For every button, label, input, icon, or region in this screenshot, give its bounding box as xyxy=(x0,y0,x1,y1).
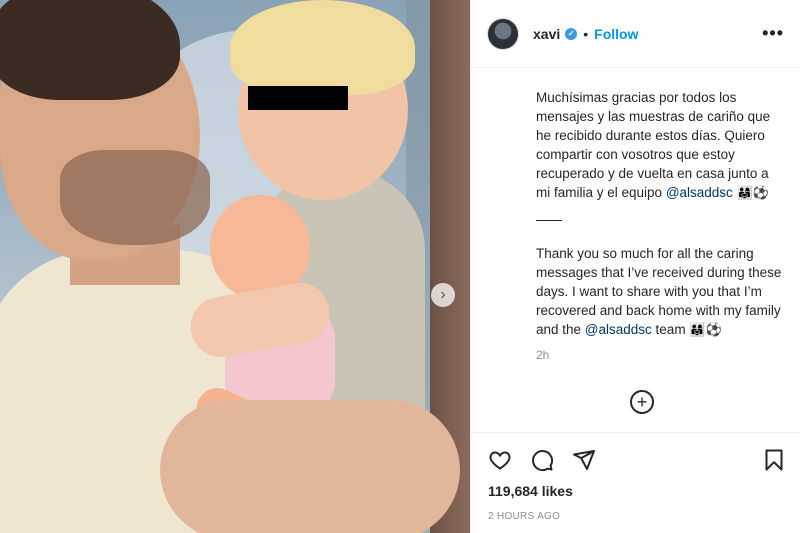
post-caption: Muchísimas gracias por todos los mensaje… xyxy=(536,88,786,357)
adult-hair xyxy=(0,0,180,100)
mention-link[interactable]: @alsaddsc xyxy=(585,322,652,337)
adult-arm xyxy=(160,400,460,533)
separator-dot: • xyxy=(583,25,589,42)
family-soccer-emoji: 👨‍👩‍👧⚽ xyxy=(736,185,769,200)
load-more-comments-button[interactable]: + xyxy=(630,390,654,414)
post-side-panel: xavi ✓ • Follow ••• Muchísimas gracias p… xyxy=(470,0,800,533)
share-icon[interactable] xyxy=(571,447,597,473)
more-options-icon[interactable]: ••• xyxy=(762,23,784,44)
heart-icon[interactable] xyxy=(487,447,513,473)
carousel-next-button[interactable]: › xyxy=(431,283,455,307)
username-link[interactable]: xavi xyxy=(533,26,560,42)
avatar[interactable] xyxy=(487,17,519,50)
posted-time[interactable]: 2 HOURS AGO xyxy=(488,511,560,522)
caption-text: team xyxy=(651,322,690,337)
child-hair xyxy=(230,0,415,95)
comment-icon[interactable] xyxy=(529,447,555,473)
follow-button[interactable]: Follow xyxy=(594,26,638,42)
bookmark-icon[interactable] xyxy=(761,447,787,473)
post-header: xavi ✓ • Follow ••• xyxy=(471,0,800,68)
caption-text: Muchísimas gracias por todos los mensaje… xyxy=(536,90,771,200)
action-bar xyxy=(487,445,787,475)
verified-badge-icon: ✓ xyxy=(565,27,578,40)
post-actions-section: 119,684 likes 2 HOURS AGO xyxy=(471,432,800,533)
caption-divider xyxy=(536,220,562,221)
mention-link[interactable]: @alsaddsc xyxy=(666,185,733,200)
post-image[interactable]: › xyxy=(0,0,470,533)
caption-timestamp[interactable]: 2h xyxy=(536,348,549,362)
censor-bar xyxy=(248,86,348,110)
caption-paragraph-spanish: Muchísimas gracias por todos los mensaje… xyxy=(536,88,786,202)
adult-beard xyxy=(60,150,210,245)
family-soccer-emoji: 👨‍👩‍👧⚽ xyxy=(689,322,722,337)
plus-icon: + xyxy=(636,392,648,412)
likes-count[interactable]: 119,684 likes xyxy=(488,483,573,499)
chevron-right-icon: › xyxy=(440,286,446,303)
caption-paragraph-english: Thank you so much for all the caring mes… xyxy=(536,244,786,339)
